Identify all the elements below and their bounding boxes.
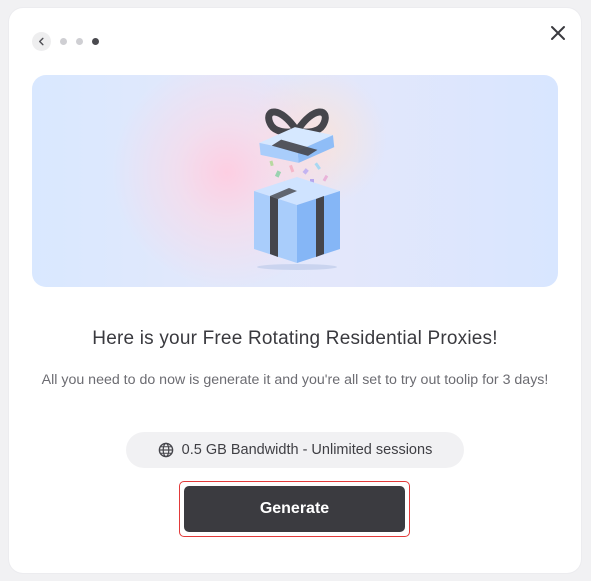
step-dot-active xyxy=(92,38,99,45)
gift-box-illustration xyxy=(254,108,340,270)
step-dot xyxy=(60,38,67,45)
step-indicator xyxy=(60,38,99,45)
plan-text: 0.5 GB Bandwidth - Unlimited sessions xyxy=(181,442,433,458)
globe-icon xyxy=(158,442,173,458)
chevron-left-icon xyxy=(38,37,44,46)
plan-badge: 0.5 GB Bandwidth - Unlimited sessions xyxy=(126,432,464,468)
dialog-title: Here is your Free Rotating Residential P… xyxy=(92,328,498,349)
generate-button[interactable]: Generate xyxy=(184,486,405,532)
dialog-description: All you need to do now is generate it an… xyxy=(41,372,549,388)
back-button[interactable] xyxy=(32,32,51,51)
step-dot xyxy=(76,38,83,45)
hero-banner xyxy=(32,75,558,287)
onboarding-dialog: Here is your Free Rotating Residential P… xyxy=(9,8,581,573)
close-icon xyxy=(551,26,565,40)
close-button[interactable] xyxy=(549,24,567,42)
